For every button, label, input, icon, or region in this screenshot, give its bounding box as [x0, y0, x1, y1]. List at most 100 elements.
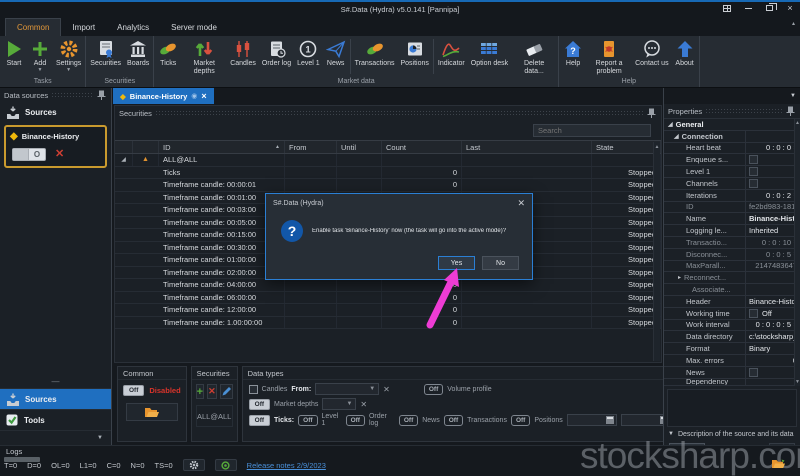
prop-channels[interactable]: Channels [664, 177, 800, 190]
news-button[interactable]: News [323, 36, 349, 68]
prop-disconnect-timeout[interactable]: Disconnec... 0 : 0 : 5▲▼ [664, 248, 800, 261]
open-folder-button[interactable] [125, 403, 178, 421]
checkbox[interactable] [749, 308, 758, 318]
prop-news[interactable]: News [664, 366, 800, 379]
prop-category-general[interactable]: ◢ General [664, 119, 800, 131]
add-security-button[interactable]: + [195, 384, 205, 399]
level1-toggle[interactable]: Off [298, 414, 318, 426]
prop-format[interactable]: Format Binary [664, 343, 800, 355]
pin-icon[interactable] [646, 108, 657, 119]
positions-button[interactable]: Positions [397, 36, 431, 68]
market-depths-button[interactable]: Market depths [181, 36, 227, 76]
nav-overflow-button[interactable]: ▼ [0, 430, 111, 445]
col-id[interactable]: ID ▲ [159, 141, 285, 153]
minimize-button[interactable] [742, 3, 754, 13]
prop-dependency[interactable]: Dependency [664, 378, 800, 386]
col-until[interactable]: Until [337, 141, 382, 153]
positions-toggle[interactable]: Off [510, 414, 531, 426]
checkbox[interactable] [749, 155, 758, 165]
ribbon-collapse-icon[interactable]: ▴ [792, 20, 795, 27]
col-last[interactable]: Last [462, 141, 592, 153]
candles-from-dropdown[interactable]: ▼ [315, 383, 380, 395]
help-button[interactable]: ? Help [560, 36, 586, 68]
table-row[interactable]: ▲ Ticks 0 Stopped [115, 166, 661, 179]
news-toggle[interactable]: Off [398, 414, 419, 426]
settings-button[interactable]: Settings ▼ [53, 36, 84, 73]
market-depths-toggle[interactable]: Off [248, 398, 271, 410]
candles-checkbox[interactable] [248, 384, 258, 394]
table-scrollbar[interactable]: ▲ [653, 142, 660, 361]
prop-logging-level[interactable]: Logging le... Inherited [664, 225, 800, 237]
candles-button[interactable]: Candles [227, 36, 259, 68]
col-from[interactable]: From [285, 141, 337, 153]
pin-icon[interactable] [785, 106, 796, 117]
prop-reconnect-group[interactable]: ▸ Reconnect... [664, 272, 800, 285]
prop-associate[interactable]: Associate... [664, 284, 800, 296]
table-row[interactable]: ▲ Timeframe candle: 04:00:00 0 Stopped [115, 279, 661, 292]
status-settings-button[interactable] [182, 459, 205, 471]
ticks-button[interactable]: Ticks [155, 36, 181, 68]
tab-import[interactable]: Import [61, 19, 106, 36]
restore-button[interactable] [763, 3, 777, 13]
order-log-button[interactable]: Order log [259, 36, 294, 68]
prop-header[interactable]: Header Binance-History [664, 295, 800, 308]
export-field-1[interactable] [566, 414, 618, 426]
volume-profile-toggle[interactable]: Off [423, 383, 444, 395]
market-depths-dropdown[interactable]: ▼ [322, 398, 357, 410]
table-row[interactable]: ▲ Timeframe candle: 06:00:00 0 Stopped [115, 291, 661, 304]
delete-data-button[interactable]: Delete data... [511, 36, 557, 76]
prop-enqueue[interactable]: Enqueue s... [664, 154, 800, 167]
task-card-binance-history[interactable]: ◆ Binance-History O ✕ [4, 125, 107, 168]
screens-icon[interactable] [721, 3, 733, 13]
transactions-toggle[interactable]: Off [443, 414, 464, 426]
table-row[interactable]: ▲ Timeframe candle: 12:00:00 0 Stopped [115, 304, 661, 317]
prop-working-time[interactable]: Working time Off [664, 307, 800, 320]
table-row[interactable]: ▲ Timeframe candle: 00:00:01 0 Stopped [115, 179, 661, 192]
open-folder-icon[interactable] [771, 458, 786, 470]
panel-splitter[interactable]: — [0, 378, 111, 388]
add-button[interactable]: Add ▼ [27, 36, 53, 73]
about-button[interactable]: About [672, 36, 698, 68]
clear-icon[interactable]: ✕ [383, 385, 390, 394]
prop-max-parallel[interactable]: MaxParall... 2147483647 [664, 260, 800, 273]
option-desk-button[interactable]: Option desk [468, 36, 511, 68]
description-toggle[interactable]: ▼ Description of the source and its data [664, 427, 800, 438]
prop-iterations[interactable]: Iterations 0 : 0 : 2▲▼ [664, 189, 800, 202]
prop-work-interval[interactable]: Work interval 0 : 0 : 0 : 5▲▼ [664, 319, 800, 332]
release-notes-link[interactable]: Release notes 2/9/2023 [247, 461, 326, 470]
boards-button[interactable]: Boards [124, 36, 152, 68]
task-delete-button[interactable]: ✕ [52, 149, 67, 160]
prop-data-directory[interactable]: Data directory c:\stocksharp_ins... [664, 331, 800, 344]
row-expander[interactable]: ◢ [115, 154, 133, 166]
table-row[interactable]: ◢ ▲ ALL@ALL [115, 154, 661, 167]
checkbox[interactable] [749, 178, 758, 188]
prop-max-errors[interactable]: Max. errors 0 [664, 354, 800, 367]
contact-us-button[interactable]: Contact us [632, 36, 671, 68]
tab-close-icon[interactable]: × [201, 91, 206, 101]
securities-button[interactable]: Securities [87, 36, 124, 68]
properties-scrollbar[interactable]: ▲ ▼ [794, 119, 800, 386]
order-log-toggle[interactable]: Off [345, 414, 365, 426]
col-state[interactable]: State [592, 141, 661, 153]
prop-transaction-timeout[interactable]: Transactio... 0 : 0 : 10▲▼ [664, 236, 800, 249]
security-selector-value[interactable]: ALL@ALL [195, 405, 233, 427]
search-input[interactable] [533, 123, 651, 137]
start-button[interactable]: Start [1, 36, 27, 68]
remove-security-button[interactable]: ✕ [207, 384, 217, 399]
prop-id[interactable]: ID fe2bd983-181d-... [664, 201, 800, 214]
tab-server-mode[interactable]: Server mode [160, 19, 228, 36]
nav-tools[interactable]: Tools [0, 409, 111, 430]
tab-pin-icon[interactable]: ◉ [191, 92, 197, 100]
report-problem-button[interactable]: Report a problem [586, 36, 632, 76]
prop-level1[interactable]: Level 1 [664, 166, 800, 178]
level1-button[interactable]: 1 Level 1 [294, 36, 323, 68]
col-count[interactable]: Count [382, 141, 462, 153]
checkbox[interactable] [749, 367, 758, 377]
indicator-button[interactable]: Indicator [435, 36, 468, 68]
checkbox[interactable] [749, 167, 758, 177]
close-button[interactable]: × [784, 3, 796, 13]
tab-binance-history[interactable]: ◆ Binance-History ◉ × [113, 88, 214, 104]
pin-icon[interactable] [96, 90, 107, 101]
common-off-toggle[interactable]: Off [123, 385, 145, 396]
prop-category-connection[interactable]: ◢ Connection [664, 130, 800, 143]
